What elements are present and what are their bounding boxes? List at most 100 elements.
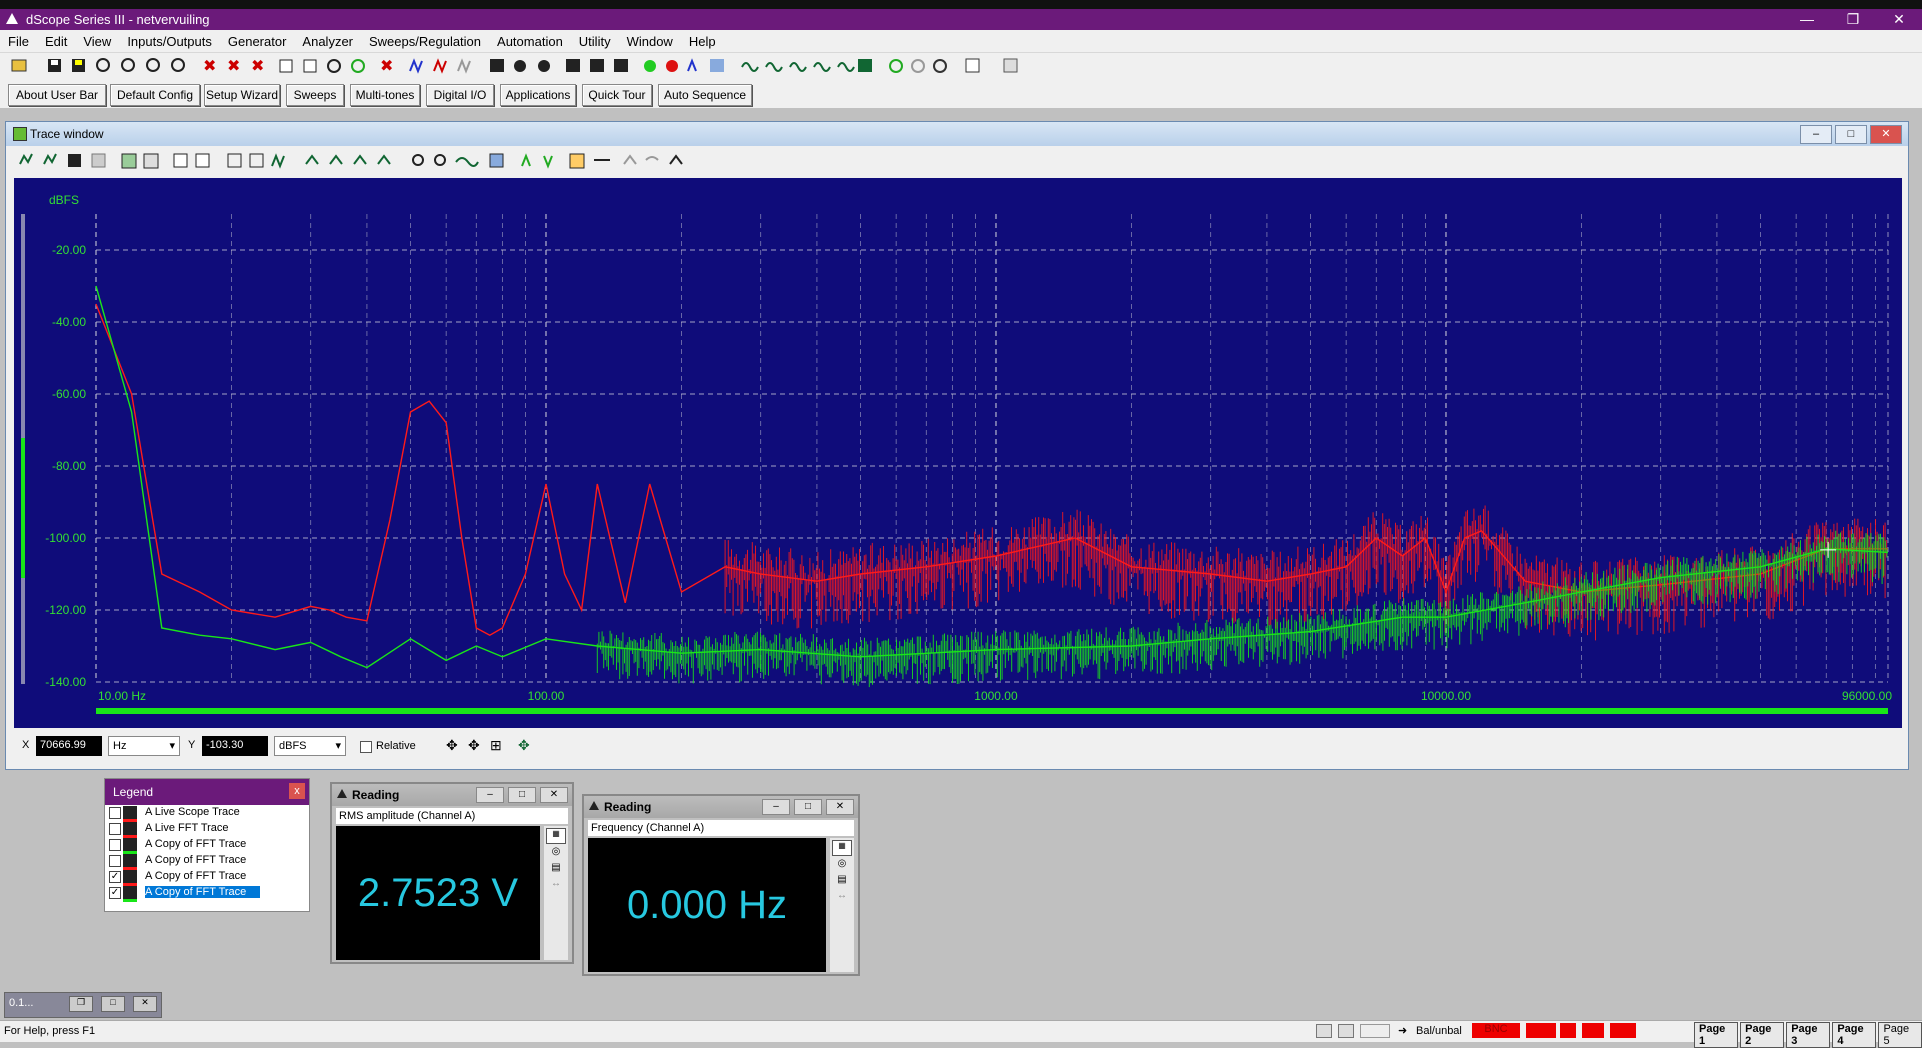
- input3-icon[interactable]: [327, 59, 341, 73]
- multi-tones-button[interactable]: Multi-tones: [350, 84, 420, 106]
- automation2-icon[interactable]: [911, 59, 925, 73]
- legend-item[interactable]: ✓ A Copy of FFT Trace: [105, 885, 309, 902]
- automation-icon[interactable]: [889, 59, 903, 73]
- legend-item[interactable]: A Live Scope Trace: [105, 805, 309, 822]
- reading-graph-icon[interactable]: ▤: [832, 874, 852, 888]
- trace-close-button[interactable]: ✕: [1870, 125, 1902, 144]
- auto-scale-icon[interactable]: [489, 153, 504, 168]
- scope2-icon[interactable]: [514, 60, 526, 72]
- relative-checkbox[interactable]: [360, 741, 372, 753]
- zoom-out-icon[interactable]: [434, 154, 446, 166]
- cursor-move-icon[interactable]: ✥: [446, 737, 458, 754]
- trace-run2-icon[interactable]: [43, 153, 57, 165]
- page-tab-5[interactable]: Page 5: [1878, 1022, 1922, 1048]
- wave2-icon[interactable]: [765, 62, 783, 72]
- legend-item[interactable]: A Live FFT Trace: [105, 821, 309, 838]
- reading-maximize-button[interactable]: □: [508, 787, 536, 803]
- fft-plot[interactable]: dBFS -20.00 -40.00 -60.00 -80.00 -100.00 -120.…: [14, 178, 1902, 728]
- marker2-icon[interactable]: [329, 154, 343, 165]
- wave5-icon[interactable]: [837, 62, 855, 72]
- sweeps-button[interactable]: Sweeps: [286, 84, 344, 106]
- auto-sequence-button[interactable]: Auto Sequence: [658, 84, 752, 106]
- default-config-button[interactable]: Default Config: [110, 84, 200, 106]
- trace-table-icon[interactable]: [195, 153, 210, 168]
- scope6-icon[interactable]: [614, 59, 628, 72]
- run-green-icon[interactable]: [644, 60, 656, 72]
- page-tab-2[interactable]: Page 2: [1740, 1022, 1785, 1048]
- cursor-x-value[interactable]: 70666.99: [36, 736, 102, 756]
- reading-gauge-icon[interactable]: ◎: [832, 858, 852, 872]
- cursor2-icon[interactable]: [543, 155, 553, 169]
- menu-file[interactable]: File: [0, 34, 37, 49]
- input2-icon[interactable]: [303, 59, 317, 73]
- menu-generator[interactable]: Generator: [220, 34, 295, 49]
- legend-checkbox[interactable]: [109, 855, 121, 867]
- about-user-bar-button[interactable]: About User Bar: [8, 84, 106, 106]
- minimize-button[interactable]: —: [1784, 9, 1830, 30]
- scope4-icon[interactable]: [566, 59, 580, 72]
- applications-button[interactable]: Applications: [500, 84, 576, 106]
- restore-icon[interactable]: ❐: [69, 996, 93, 1012]
- reading-settings-icon[interactable]: ▦: [832, 840, 852, 856]
- reading-close-button[interactable]: ✕: [540, 787, 568, 803]
- automation3-icon[interactable]: [933, 59, 947, 73]
- close-button[interactable]: ✕: [1876, 9, 1922, 30]
- reading-gauge-icon[interactable]: ◎: [546, 846, 566, 860]
- menu-sweeps-regulation[interactable]: Sweeps/Regulation: [361, 34, 489, 49]
- marker4-icon[interactable]: [377, 154, 391, 165]
- x-red3-icon[interactable]: ✖: [251, 56, 264, 75]
- legend-checkbox[interactable]: [109, 807, 121, 819]
- trace-run-icon[interactable]: [19, 153, 33, 165]
- wave4-icon[interactable]: [813, 62, 831, 72]
- reading-maximize-button[interactable]: □: [794, 799, 822, 815]
- scope-icon[interactable]: [490, 59, 504, 72]
- wave3-icon[interactable]: [789, 62, 807, 72]
- export-icon[interactable]: [965, 58, 980, 73]
- smooth-icon[interactable]: [455, 157, 479, 167]
- overlay-icon[interactable]: [623, 154, 637, 165]
- output3-icon[interactable]: [146, 58, 160, 72]
- reading-link-icon[interactable]: ↔: [832, 890, 852, 904]
- legend-checkbox[interactable]: ✓: [109, 887, 121, 899]
- fft-chart[interactable]: dBFS -20.00 -40.00 -60.00 -80.00 -100.00 -120.…: [14, 178, 1902, 728]
- reading-link-icon[interactable]: ↔: [546, 878, 566, 892]
- output4-icon[interactable]: [171, 58, 185, 72]
- scope3-icon[interactable]: [538, 60, 550, 72]
- cursor-icon[interactable]: [521, 153, 531, 167]
- menu-utility[interactable]: Utility: [571, 34, 619, 49]
- input4-icon[interactable]: [351, 59, 365, 73]
- reading-settings-icon[interactable]: ▦: [546, 828, 566, 844]
- reading-minimize-button[interactable]: –: [762, 799, 790, 815]
- legend-item[interactable]: ✓ A Copy of FFT Trace: [105, 869, 309, 886]
- save-icon[interactable]: [48, 59, 61, 72]
- cursor-y-unit-select[interactable]: dBFS ▾: [274, 736, 346, 756]
- analyzer-icon[interactable]: [409, 58, 423, 74]
- sweep-icon[interactable]: [687, 58, 697, 72]
- record-red-icon[interactable]: [666, 60, 678, 72]
- reading-minimize-button[interactable]: –: [476, 787, 504, 803]
- legend-checkbox[interactable]: ✓: [109, 871, 121, 883]
- x-red2-icon[interactable]: ✖: [227, 56, 240, 75]
- menu-help[interactable]: Help: [681, 34, 724, 49]
- graph-icon[interactable]: [858, 59, 872, 72]
- menu-window[interactable]: Window: [619, 34, 681, 49]
- trace-save-icon[interactable]: [68, 154, 81, 167]
- legend-item[interactable]: A Copy of FFT Trace: [105, 837, 309, 854]
- output-icon[interactable]: [96, 58, 110, 72]
- crosshair-icon[interactable]: [569, 153, 585, 169]
- stop-icon[interactable]: ✖: [380, 56, 393, 75]
- print-icon[interactable]: [1003, 58, 1018, 73]
- input-icon[interactable]: [279, 59, 293, 73]
- output2-icon[interactable]: [121, 58, 135, 72]
- overlay2-icon[interactable]: [645, 156, 659, 161]
- reading-graph-icon[interactable]: ▤: [546, 862, 566, 876]
- trace-minimize-button[interactable]: –: [1800, 125, 1832, 144]
- trace-settings-icon[interactable]: [173, 153, 188, 168]
- setup-wizard-button[interactable]: Setup Wizard: [204, 84, 280, 106]
- open-icon[interactable]: [11, 59, 27, 72]
- cursor-x-unit-select[interactable]: Hz ▾: [108, 736, 180, 756]
- quick-tour-button[interactable]: Quick Tour: [582, 84, 652, 106]
- cursor-move2-icon[interactable]: ✥: [468, 737, 480, 754]
- analyzer2-icon[interactable]: [433, 58, 447, 74]
- cursor-snap-icon[interactable]: ✥: [518, 737, 530, 754]
